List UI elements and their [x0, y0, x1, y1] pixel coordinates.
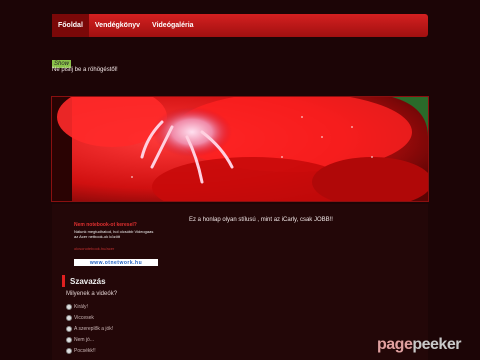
ad-title[interactable]: Nem notebook-ot keresel?	[74, 222, 137, 228]
ad-text: Nálunk megtudhatod, hol olcsóbb Videogaa…	[74, 229, 154, 239]
vote-option[interactable]: Pocsékk!!	[66, 345, 113, 356]
vote-option[interactable]: A szereplők a jók!	[66, 323, 113, 334]
nav-item-vendegkonyv[interactable]: Vendégkönyv	[89, 14, 146, 37]
radio-button[interactable]	[66, 303, 72, 310]
radio-button[interactable]	[66, 347, 72, 354]
vote-option[interactable]: Viccesek	[66, 312, 113, 323]
nav-item-videogaleria[interactable]: Videógaléria	[146, 14, 200, 37]
red-flower-photo	[52, 97, 428, 201]
vote-option[interactable]: Nem jó...	[66, 334, 113, 345]
radio-button[interactable]	[66, 314, 72, 321]
nav-item-fooldal[interactable]: Főoldal	[52, 14, 89, 37]
radio-button[interactable]	[66, 336, 72, 343]
ad-link[interactable]: olcsonotebook.hu/acer	[74, 246, 114, 251]
main-text: Ez a honlap olyan stílusú , mint az iCar…	[189, 217, 333, 223]
intro-text: Ne pisilj be a röhögéstől!	[52, 67, 118, 73]
vote-header: Szavazás	[62, 275, 162, 287]
vote-title: Szavazás	[70, 276, 106, 286]
top-navigation: Főoldal Vendégkönyv Videógaléria	[52, 14, 428, 37]
pagepeeker-watermark: pagepeeker	[377, 336, 461, 353]
flower-banner-image	[51, 96, 429, 202]
vote-options: Király! Viccesek A szereplők a jók! Nem …	[66, 301, 113, 356]
otnetwork-banner[interactable]: www.otnetwork.hu	[74, 259, 158, 266]
vote-option[interactable]: Király!	[66, 301, 113, 312]
vote-header-bar	[62, 275, 65, 287]
vote-question: Milyenek a videók?	[66, 291, 118, 297]
radio-button[interactable]	[66, 325, 72, 332]
